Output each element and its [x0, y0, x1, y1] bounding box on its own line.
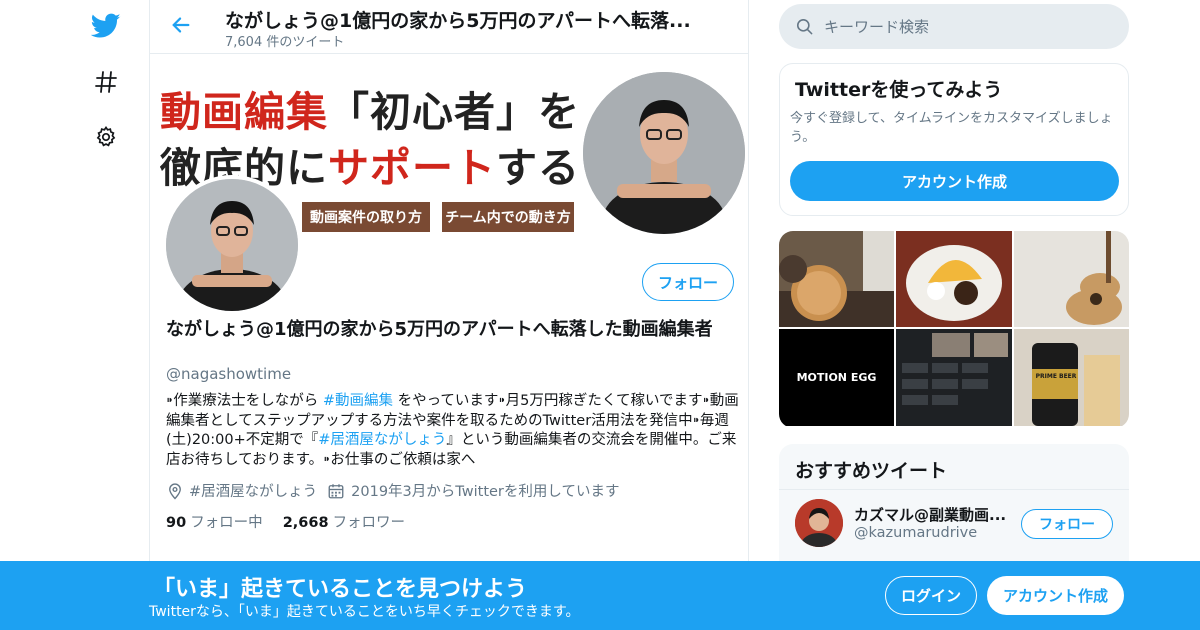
followers-label: フォロワー	[332, 515, 406, 531]
media-thumbnail[interactable]: MOTION EGG	[779, 329, 894, 426]
divider	[779, 489, 1129, 490]
profile-meta: #居酒屋ながしょう 2019年3月からTwitterを利用しています	[166, 480, 629, 501]
back-arrow-icon[interactable]	[168, 12, 194, 38]
bottom-bar-subtitle: Twitterなら、「いま」起きていることをいち早くチェックできます。	[149, 604, 580, 620]
main-column: ながしょう@1億円の家から5万円のアパートへ転落... 7,604 件のツイート…	[149, 0, 749, 630]
following-label: フォロー中	[190, 515, 263, 531]
location-text: #居酒屋ながしょう	[189, 484, 318, 500]
search-icon	[795, 17, 814, 36]
media-thumbnail[interactable]	[1014, 231, 1129, 327]
followers-count: 2,668	[282, 515, 329, 531]
location-pin-icon	[166, 482, 184, 500]
follow-stats: 90 フォロー中 2,668 フォロワー	[166, 511, 425, 532]
user-handle: @nagashowtime	[166, 365, 292, 383]
recommended-user-name[interactable]: カズマル@副業動画...	[854, 504, 1014, 525]
recommended-user-handle: @kazumarudrive	[854, 525, 978, 541]
media-thumbnail[interactable]: PRIME BEER	[1014, 329, 1129, 426]
banner-portrait	[583, 72, 745, 234]
motion-egg-text: MOTION EGG	[796, 371, 877, 384]
media-grid: MOTION EGG PRIME BEER	[779, 231, 1129, 428]
join-date-text: 2019年3月からTwitterを利用しています	[351, 484, 620, 500]
banner-line-1: 動画編集「初心者」を	[160, 78, 580, 138]
banner-text-red: 動画編集	[160, 88, 328, 136]
bottom-signup-bar: 「いま」起きていることを見つけよう Twitterなら、「いま」起きていることを…	[0, 561, 1200, 630]
banner-text-black: 「初心者」を	[328, 88, 580, 136]
beer-label-text: PRIME BEER	[1035, 373, 1077, 380]
profile-header: ながしょう@1億円の家から5万円のアパートへ転落... 7,604 件のツイート	[150, 0, 748, 54]
followers-stat[interactable]: 2,668 フォロワー	[283, 511, 405, 532]
signup-card: Twitterを使ってみよう 今すぐ登録して、タイムラインをカスタマイズしましょ…	[779, 63, 1129, 216]
following-stat[interactable]: 90 フォロー中	[166, 511, 263, 532]
header-title: ながしょう@1億円の家から5万円のアパートへ転落...	[225, 10, 691, 32]
bottom-create-account-button[interactable]: アカウント作成	[987, 576, 1124, 615]
tweet-count: 7,604 件のツイート	[225, 35, 345, 50]
display-name: ながしょう@1億円の家から5万円のアパートへ転落した動画編集者	[166, 319, 713, 340]
login-button[interactable]: ログイン	[885, 576, 977, 615]
media-thumbnail[interactable]	[779, 231, 894, 327]
media-thumbnail[interactable]	[896, 231, 1012, 327]
recommended-title: おすすめツイート	[795, 460, 948, 482]
recommended-user-avatar[interactable]	[795, 499, 843, 547]
bottom-bar-title: 「いま」起きていることを見つけよう	[153, 577, 528, 602]
twitter-bird-icon[interactable]	[88, 8, 124, 44]
recommended-follow-button[interactable]: フォロー	[1021, 509, 1113, 539]
join-date: 2019年3月からTwitterを利用しています	[327, 480, 619, 501]
search-input[interactable]	[824, 17, 1104, 36]
banner-text-black: する	[496, 144, 580, 192]
banner-tag: 動画案件の取り方	[302, 202, 430, 232]
following-count: 90	[166, 515, 187, 531]
search-bar[interactable]	[779, 4, 1129, 49]
location: #居酒屋ながしょう	[166, 480, 317, 501]
create-account-button[interactable]: アカウント作成	[790, 161, 1119, 201]
profile-bio: ⁍作業療法士をしながら #動画編集 をやっています⁍月5万円稼ぎたくて稼いでます…	[166, 392, 740, 470]
hashtag-link[interactable]: #居酒屋ながしょう	[318, 432, 446, 448]
signup-title: Twitterを使ってみよう	[795, 79, 1003, 101]
right-column: Twitterを使ってみよう 今すぐ登録して、タイムラインをカスタマイズしましょ…	[779, 0, 1129, 630]
gear-icon[interactable]	[88, 119, 124, 155]
banner-text-red: サポート	[328, 144, 496, 192]
media-thumbnail[interactable]	[896, 329, 1012, 426]
profile-avatar[interactable]	[162, 175, 302, 315]
left-nav	[0, 0, 150, 630]
signup-description: 今すぐ登録して、タイムラインをカスタマイズしましょう。	[790, 111, 1113, 145]
follow-button[interactable]: フォロー	[642, 263, 734, 301]
hashtag-link[interactable]: #動画編集	[323, 393, 393, 409]
bio-text: ⁍作業療法士をしながら	[166, 393, 323, 409]
calendar-icon	[327, 482, 345, 500]
banner-tag: チーム内での動き方	[442, 202, 574, 232]
hashtag-icon[interactable]	[88, 64, 124, 100]
